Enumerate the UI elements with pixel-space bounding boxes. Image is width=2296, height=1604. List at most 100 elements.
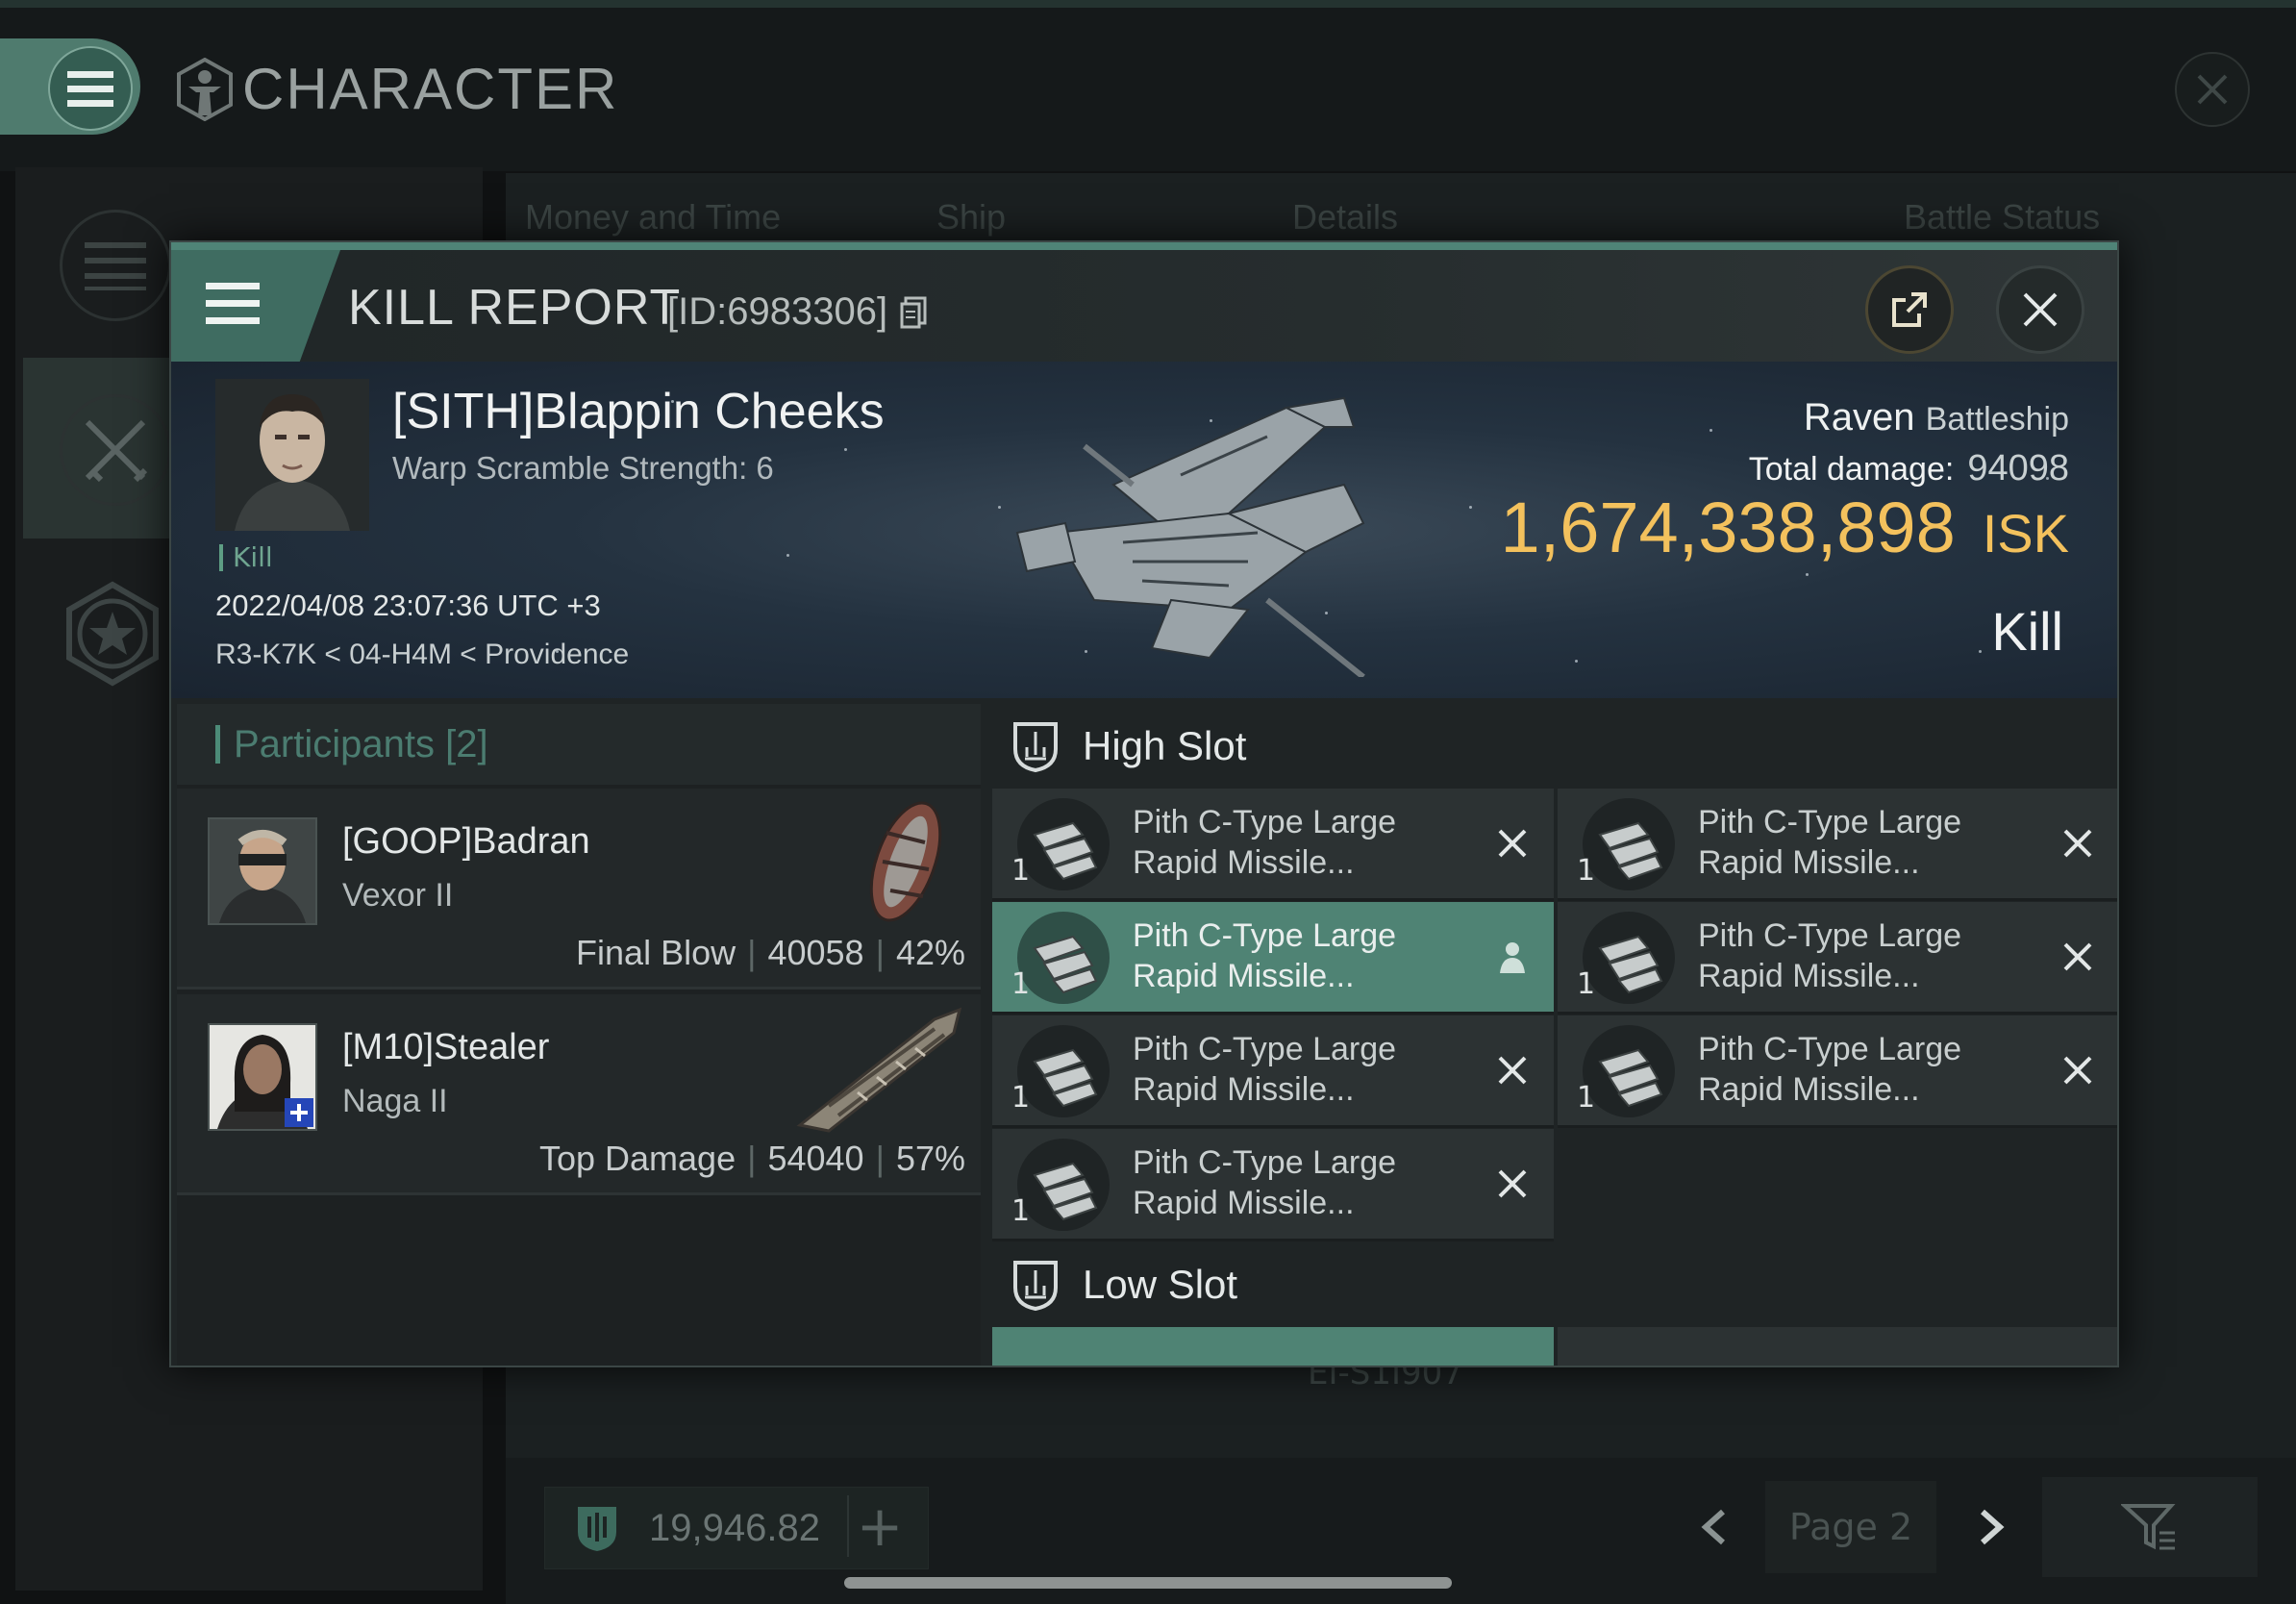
total-damage-line: Total damage: 94098: [1749, 448, 2069, 489]
participant-row[interactable]: [M10]Stealer Naga II Top Damage | 54040 | 57…: [177, 994, 981, 1195]
vexor-ship-image: [869, 801, 942, 922]
victim-portrait[interactable]: [215, 379, 369, 531]
rail-combat-button[interactable]: [60, 394, 171, 506]
main-menu-button[interactable]: [48, 46, 133, 131]
list-icon: [85, 242, 146, 290]
hamburger-icon: [67, 71, 113, 107]
fitting-slots-panel: High Slot 1 Pith C-Type Large Rapid Miss…: [985, 704, 2117, 1366]
wallet-balance: 19,946.82: [649, 1506, 820, 1549]
tab-details[interactable]: Details: [1292, 197, 1398, 238]
module-item[interactable]: 1 Pith C-Type Large Rapid Missile...: [992, 1129, 1554, 1241]
kill-report-menu-button[interactable]: [171, 250, 340, 362]
module-name: Pith C-Type Large Rapid Missile...: [1133, 1031, 1397, 1108]
participant-stats: Final Blow | 40058 | 42%: [576, 933, 965, 972]
character-window-title: CHARACTER: [242, 57, 619, 121]
module-quantity: 1: [1577, 854, 1596, 888]
low-slot-module-peek[interactable]: [992, 1327, 1554, 1366]
participant-avatar: [208, 817, 317, 925]
destroyed-icon: [2063, 1056, 2092, 1085]
kill-report-dialog: KILL REPORT [ID:6983306] [SITH]Blappin C…: [169, 240, 2119, 1367]
filter-button[interactable]: [2042, 1477, 2258, 1577]
participants-panel: Participants [2] [GOOP]Badran Vexor II F…: [177, 704, 981, 1366]
module-name: Pith C-Type Large Rapid Missile...: [1133, 804, 1397, 881]
dropped-person-icon: [1500, 942, 1525, 973]
high-slot-label: High Slot: [1083, 723, 1247, 768]
top-border: [0, 0, 2296, 8]
kill-tag: Kill: [219, 544, 273, 571]
destroyed-icon: [2063, 942, 2092, 971]
chevron-right-icon[interactable]: [1975, 1508, 2008, 1546]
module-item[interactable]: 1 Pith C-Type Large Rapid Missile...: [1558, 789, 2117, 901]
ship-name[interactable]: Raven: [1804, 396, 1915, 439]
high-slot-icon: [1013, 722, 1058, 772]
rail-medals-button[interactable]: [60, 581, 165, 687]
participant-ship: Naga II: [342, 1083, 448, 1119]
module-name: Pith C-Type Large Rapid Missile...: [1133, 917, 1397, 994]
kill-report-id: [ID:6983306]: [667, 290, 888, 333]
naga-ship-image: [796, 1007, 962, 1133]
ship-class: Battleship: [1925, 401, 2069, 438]
add-funds-button[interactable]: +: [847, 1495, 911, 1557]
chevron-left-icon[interactable]: [1698, 1508, 1731, 1546]
participant-percent: 57%: [895, 1139, 965, 1178]
raven-ship-image: [1015, 396, 1365, 677]
participant-damage: 54040: [767, 1139, 864, 1178]
module-quantity: 1: [1577, 1081, 1596, 1115]
kill-location[interactable]: R3-K7K < 04-H4M < Providence: [215, 639, 629, 671]
tab-ship[interactable]: Ship: [936, 197, 1006, 238]
total-damage-label: Total damage:: [1748, 451, 1955, 488]
destroyed-icon: [1498, 829, 1527, 858]
participant-damage: 40058: [767, 933, 864, 972]
victim-summary: [SITH]Blappin Cheeks Warp Scramble Stren…: [171, 362, 2117, 698]
page-indicator: Page 2: [1765, 1481, 1936, 1573]
module-item[interactable]: 1 Pith C-Type Large Rapid Missile...: [992, 1015, 1554, 1128]
module-item[interactable]: 1 Pith C-Type Large Rapid Missile...: [1558, 902, 2117, 1015]
isk-value: 1,674,338,898: [1500, 488, 1956, 567]
wallet-display: 19,946.82 +: [544, 1487, 929, 1569]
character-close-button[interactable]: [2175, 52, 2250, 127]
victim-avatar-image: [215, 379, 369, 531]
isk-wallet-icon: [578, 1507, 616, 1551]
participant-role: Final Blow: [576, 933, 736, 972]
low-slot-label: Low Slot: [1083, 1262, 1238, 1307]
participant-portrait-image: [210, 819, 315, 923]
share-button[interactable]: [1865, 265, 1954, 354]
module-item[interactable]: 1 Pith C-Type Large Rapid Missile...: [1558, 1015, 2117, 1128]
external-link-icon: [1892, 292, 1927, 327]
module-name: Pith C-Type Large Rapid Missile...: [1133, 1144, 1397, 1221]
module-quantity: 1: [1011, 1194, 1031, 1228]
isk-unit: ISK: [1982, 503, 2069, 564]
module-quantity: 1: [1577, 967, 1596, 1001]
rail-list-button[interactable]: [60, 210, 171, 321]
kill-report-header: KILL REPORT [ID:6983306]: [171, 242, 2117, 369]
participant-name[interactable]: [M10]Stealer: [342, 1027, 549, 1068]
module-quantity: 1: [1011, 1081, 1031, 1115]
participant-role: Top Damage: [538, 1139, 736, 1178]
participant-stats: Top Damage | 54040 | 57%: [538, 1139, 965, 1178]
tab-battle-status[interactable]: Battle Status: [1904, 197, 2100, 238]
module-item[interactable]: 1 Pith C-Type Large Rapid Missile...: [992, 902, 1554, 1015]
home-indicator: [844, 1577, 1452, 1589]
module-name: Pith C-Type Large Rapid Missile...: [1698, 1031, 1962, 1108]
filter-icon: [2121, 1504, 2176, 1550]
plus-badge-icon: [285, 1098, 313, 1127]
module-name: Pith C-Type Large Rapid Missile...: [1698, 917, 1962, 994]
tab-money-and-time[interactable]: Money and Time: [525, 197, 781, 238]
participant-name[interactable]: [GOOP]Badran: [342, 821, 590, 863]
kill-report-title: KILL REPORT: [348, 280, 682, 336]
participant-row[interactable]: [GOOP]Badran Vexor II Final Blow | 40058 | 4…: [177, 789, 981, 990]
participant-ship: Vexor II: [342, 877, 454, 914]
module-item[interactable]: 1 Pith C-Type Large Rapid Missile...: [992, 789, 1554, 901]
destroyed-icon: [1498, 1056, 1527, 1085]
total-damage-value: 94098: [1967, 448, 2069, 489]
close-icon: [2197, 74, 2228, 105]
module-name: Pith C-Type Large Rapid Missile...: [1698, 804, 1962, 881]
participant-percent: 42%: [895, 933, 965, 972]
kill-report-close-button[interactable]: [1996, 265, 2084, 354]
low-slot-module-peek[interactable]: [1558, 1327, 2117, 1366]
victim-name[interactable]: [SITH]Blappin Cheeks: [392, 383, 885, 440]
destroyed-icon: [2063, 829, 2092, 858]
low-slot-header: Low Slot: [985, 1242, 2117, 1327]
copy-icon[interactable]: [900, 296, 927, 329]
destroyed-icon: [1498, 1169, 1527, 1198]
